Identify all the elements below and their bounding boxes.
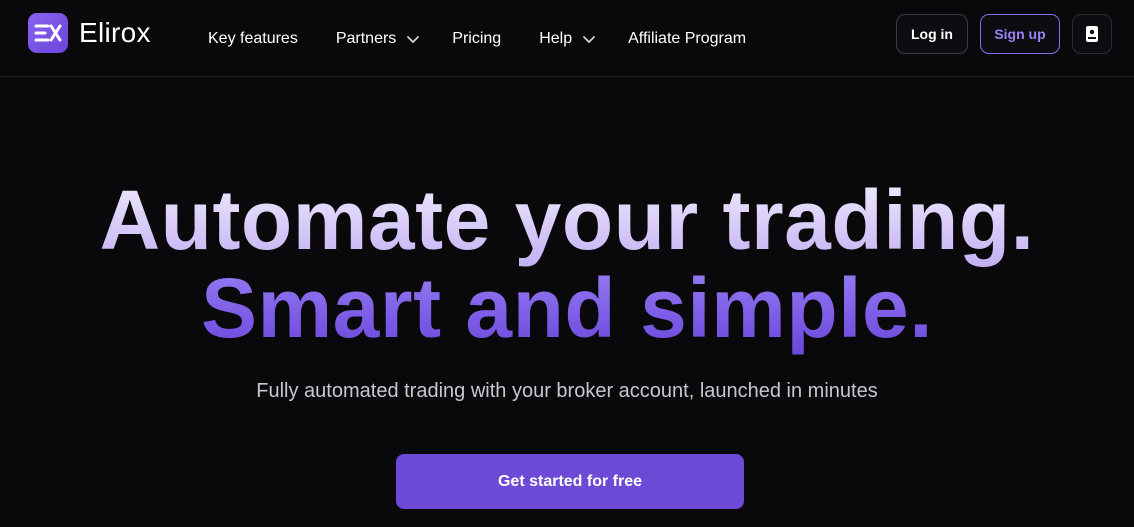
elirox-logo-icon: [28, 13, 68, 53]
nav-item-label: Key features: [208, 29, 298, 47]
login-button[interactable]: Log in: [896, 14, 968, 54]
language-book-icon: [1084, 25, 1100, 43]
nav-item-affiliate-program[interactable]: Affiliate Program: [628, 30, 746, 48]
brand-logo-link[interactable]: Elirox: [28, 13, 151, 53]
hero-headline-line1: Automate your trading.: [0, 172, 1134, 268]
hero-subtitle: Fully automated trading with your broker…: [256, 380, 878, 402]
get-started-button[interactable]: Get started for free: [396, 454, 744, 509]
page: Elirox Key features Partners Pricing Hel…: [0, 0, 1134, 527]
nav-item-partners[interactable]: Partners: [336, 30, 420, 48]
nav-item-label: Help: [539, 29, 573, 47]
nav-item-help[interactable]: Help: [539, 30, 596, 48]
nav-item-label: Pricing: [452, 29, 502, 47]
language-button[interactable]: [1072, 14, 1112, 54]
hero-headline-line2: Smart and simple.: [0, 260, 1134, 356]
nav-item-pricing[interactable]: Pricing: [452, 30, 501, 48]
nav-item-key-features[interactable]: Key features: [208, 30, 298, 48]
site-header: Elirox Key features Partners Pricing Hel…: [0, 0, 1134, 77]
brand-name: Elirox: [79, 17, 151, 48]
signup-button[interactable]: Sign up: [980, 14, 1060, 54]
main-nav: Key features Partners Pricing Help Affil…: [208, 0, 784, 77]
nav-item-label: Partners: [335, 29, 397, 47]
nav-item-label: Affiliate Program: [628, 29, 747, 47]
chevron-down-icon: [406, 32, 420, 46]
chevron-down-icon: [582, 32, 596, 46]
